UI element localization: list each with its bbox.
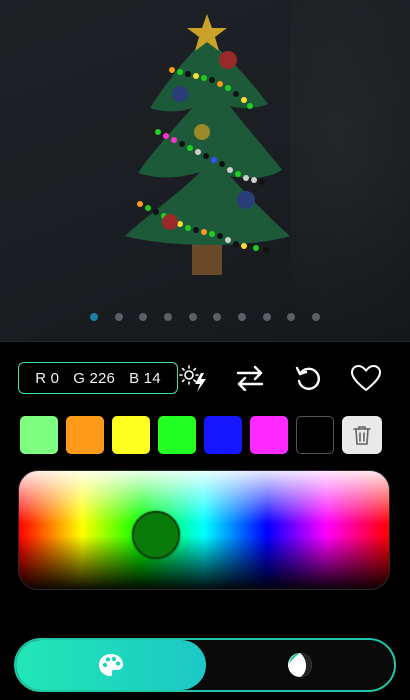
christmas-tree-preview: [125, 14, 290, 275]
pager-dot[interactable]: [213, 313, 222, 321]
color-swatches: [20, 416, 388, 454]
color-swatch[interactable]: [112, 416, 150, 454]
pager-dot[interactable]: [188, 313, 197, 321]
tree-body: [125, 38, 290, 245]
color-swatch[interactable]: [296, 416, 334, 454]
preview-sheen: [290, 0, 410, 341]
pager-dot[interactable]: [287, 313, 296, 321]
brightness-flash-icon: [179, 365, 206, 392]
bauble-red-2: [162, 214, 178, 230]
trash-icon: [353, 426, 371, 445]
bauble-red: [219, 51, 237, 69]
gradient-ball-icon: [288, 653, 312, 677]
color-swatch[interactable]: [66, 416, 104, 454]
pager-dot[interactable]: [139, 313, 148, 321]
rgb-r-value: R 0: [35, 369, 60, 387]
color-swatch[interactable]: [250, 416, 288, 454]
rgb-b-value: B 14: [129, 369, 161, 387]
delete-swatch-button[interactable]: [342, 416, 382, 454]
tab-palette[interactable]: [16, 640, 206, 690]
pager-dot[interactable]: [90, 313, 98, 321]
color-swatch[interactable]: [204, 416, 242, 454]
swap-button[interactable]: [232, 362, 268, 394]
pager-dot[interactable]: [311, 313, 320, 321]
pager-dot[interactable]: [262, 313, 271, 321]
tree-trunk: [192, 243, 222, 275]
color-swatch[interactable]: [158, 416, 196, 454]
reset-button[interactable]: [292, 362, 324, 394]
picker-handle[interactable]: [132, 511, 180, 559]
palette-icon: [99, 654, 123, 676]
mode-switcher: [14, 638, 396, 692]
bauble-blue: [172, 86, 188, 102]
pager-dot[interactable]: [237, 313, 246, 321]
rgb-readout[interactable]: R 0 G 226 B 14: [18, 362, 178, 394]
bauble-gold: [194, 124, 210, 140]
tab-gradient[interactable]: [206, 640, 394, 690]
pager-dot[interactable]: [163, 313, 172, 321]
favorite-button[interactable]: [348, 362, 384, 394]
effect-preview[interactable]: [0, 0, 410, 342]
swap-icon: [236, 365, 264, 391]
color-swatch[interactable]: [20, 416, 58, 454]
favorite-icon: [350, 364, 382, 392]
pager-dot[interactable]: [114, 313, 123, 321]
bauble-blue-2: [237, 191, 255, 209]
preview-pager: [90, 312, 320, 322]
rgb-g-value: G 226: [73, 369, 116, 387]
brightness-flash-button[interactable]: [178, 364, 210, 394]
reset-icon: [295, 366, 320, 390]
color-spectrum-picker[interactable]: [18, 470, 390, 590]
